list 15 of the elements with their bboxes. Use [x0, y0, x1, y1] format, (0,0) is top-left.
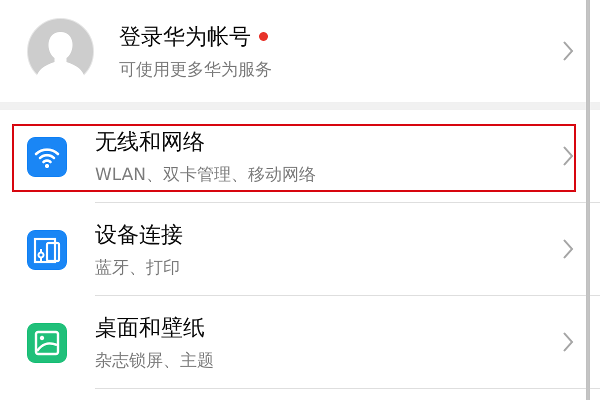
settings-row[interactable]: 无线和网络 WLAN、双卡管理、移动网络 — [0, 110, 600, 203]
avatar-icon — [27, 18, 94, 84]
chevron-right-icon — [562, 238, 574, 260]
account-row[interactable]: 登录华为帐号 可使用更多华为服务 — [0, 0, 600, 102]
setting-title: 桌面和壁纸 — [95, 314, 206, 342]
chevron-right-icon — [562, 331, 574, 353]
account-title: 登录华为帐号 — [119, 24, 251, 52]
setting-title: 设备连接 — [95, 222, 184, 250]
setting-subtitle: 杂志锁屏、主题 — [95, 350, 215, 372]
setting-subtitle: 蓝牙、打印 — [95, 256, 181, 278]
chevron-right-icon — [562, 145, 574, 167]
account-subtitle: 可使用更多华为服务 — [119, 58, 273, 80]
setting-subtitle: WLAN、双卡管理、移动网络 — [95, 164, 318, 186]
setting-title: 无线和网络 — [95, 128, 206, 156]
chevron-right-icon — [562, 40, 574, 62]
